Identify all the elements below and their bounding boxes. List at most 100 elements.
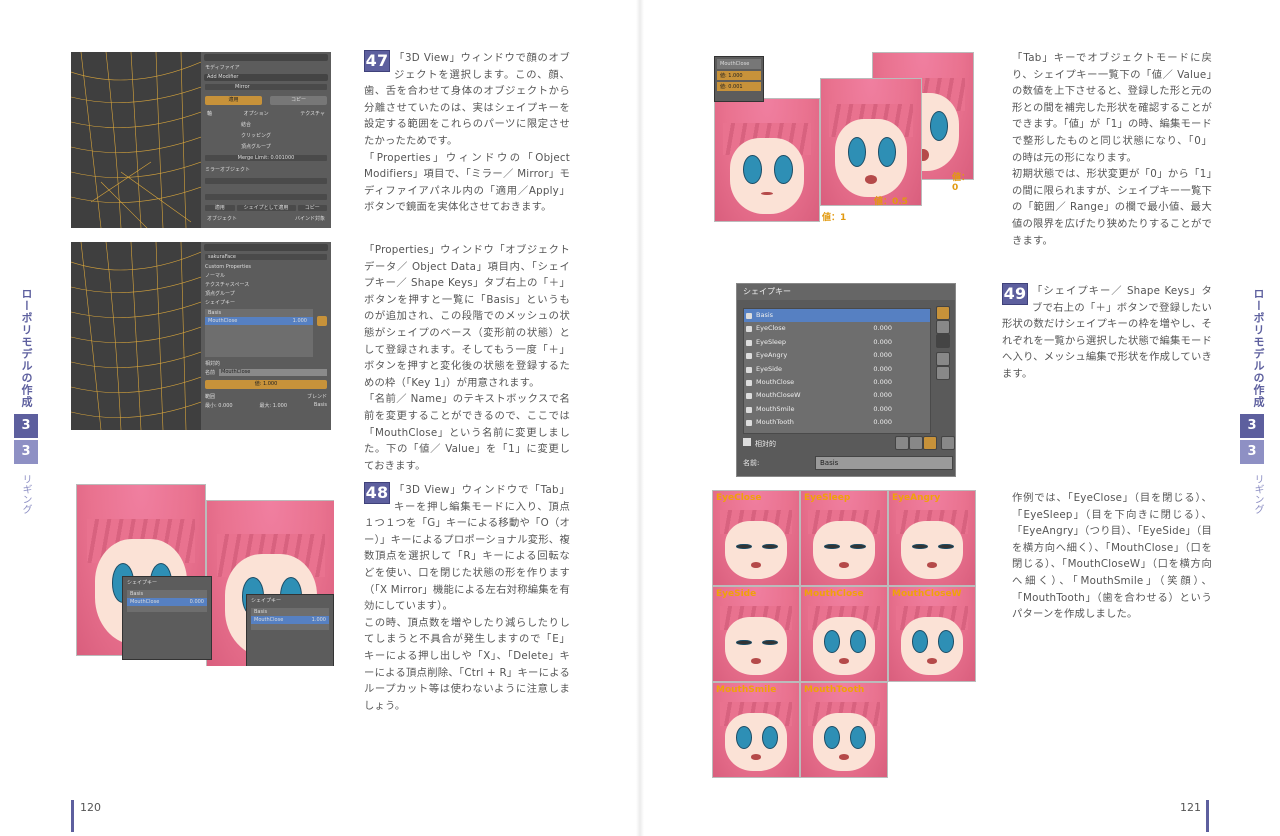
left-side-tab: ローポリモデルの作成 3 3 リギング <box>14 288 38 514</box>
shape-key-value[interactable]: 0.000 <box>873 363 892 376</box>
merge-option[interactable]: 結合 <box>201 119 331 130</box>
section-number: 3 <box>14 440 38 464</box>
shape-keys-section[interactable]: シェイプキー <box>201 298 331 307</box>
step-number-49: 49 <box>1002 283 1028 305</box>
mini-shape-panel-2: シェイプキー Basis MouthClose 1.000 <box>246 594 334 666</box>
shape-key-value[interactable]: 0.000 <box>873 349 892 362</box>
shape-key-item[interactable]: EyeSleep 0.000 <box>744 336 930 349</box>
move-down-icon[interactable] <box>936 366 950 380</box>
shape-key-item[interactable]: EyeClose 0.000 <box>744 322 930 335</box>
mini-mouthclose-2[interactable]: MouthClose 1.000 <box>251 616 329 624</box>
normals-section[interactable]: ノーマル <box>201 271 331 280</box>
apply-as-shape-button[interactable]: シェイプとして適用 <box>236 205 296 211</box>
shape-key-icon <box>746 379 752 386</box>
shape-key-item[interactable]: EyeSide 0.000 <box>744 363 930 376</box>
shape-key-face-eyeangry: EyeAngry <box>888 490 976 586</box>
shape-key-value[interactable]: 0.000 <box>873 389 892 402</box>
max-field[interactable]: 最大: 1.000 <box>259 402 287 409</box>
wireframe-face-2 <box>71 242 201 430</box>
clipping-option[interactable]: クリッピング <box>201 130 331 141</box>
shape-keys-panel: シェイプキー Basis EyeClose 0.000 EyeSleep 0.000 Ey… <box>736 283 956 477</box>
copy-button-2[interactable]: コピー <box>297 205 327 211</box>
shape-key-value[interactable]: 0.000 <box>873 322 892 335</box>
shape-key-name: EyeAngry <box>756 351 788 360</box>
shape-key-mouthclose[interactable]: MouthClose 1.000 <box>205 317 313 325</box>
add-shape-key-icon[interactable] <box>317 316 327 326</box>
object-name-field[interactable]: sakuraFace <box>205 254 327 260</box>
shape-key-value[interactable]: 0.000 <box>873 336 892 349</box>
mirror-name-field[interactable]: Mirror <box>205 84 327 90</box>
clear-icon[interactable] <box>941 436 955 450</box>
shape-key-item[interactable]: MouthCloseW 0.000 <box>744 389 930 402</box>
face-label: MouthClose <box>804 589 864 599</box>
texture-space-section[interactable]: テクスチャスペース <box>201 280 331 289</box>
shape-key-face-mouthclose: MouthClose <box>800 586 888 682</box>
copy-button[interactable]: コピー <box>270 96 327 105</box>
value-label-05: 値：0.5 <box>874 197 908 207</box>
move-up-icon[interactable] <box>936 352 950 366</box>
wireframe-face <box>71 52 201 228</box>
value-comparison-images: MouthClose 値: 1.000 値: 0.001 値：0 値：0.5 値… <box>714 52 974 222</box>
face-label: EyeSide <box>716 589 757 599</box>
mini-basis-1[interactable]: Basis <box>127 590 207 598</box>
add-shape-key-icon[interactable] <box>936 306 950 320</box>
shape-key-icon <box>746 420 752 427</box>
shape-key-value[interactable]: 0.000 <box>873 376 892 389</box>
shape-key-icon <box>746 313 752 319</box>
face-label: MouthSmile <box>716 685 777 695</box>
relative-checkbox[interactable] <box>743 438 751 446</box>
shape-key-item[interactable]: MouthClose 0.000 <box>744 376 930 389</box>
shape-key-item[interactable]: EyeAngry 0.000 <box>744 349 930 362</box>
add-modifier-button[interactable]: Add Modifier <box>204 74 328 81</box>
shape-key-name: EyeClose <box>756 324 786 333</box>
apply-button[interactable]: 適用 <box>205 96 262 105</box>
mini-basis-2[interactable]: Basis <box>251 608 329 616</box>
side-subtitle: リギング <box>20 474 31 514</box>
shape-key-item[interactable]: Basis <box>744 309 930 323</box>
step-49-text: 49 「シェイプキー／ Shape Keys」タブで右上の「＋」ボタンで登録した… <box>1002 283 1212 380</box>
shape-key-face-eyeclose: EyeClose <box>712 490 800 586</box>
face-value-1 <box>714 98 820 222</box>
step-47b-text: 「Properties」ウィンドウ「オブジェクトデータ／ Object Data… <box>364 244 570 472</box>
step-47-text: 47 「3D View」ウィンドウで顔のオブジェクトを選択します。この、顔、歯、… <box>364 50 570 214</box>
mini-value-1[interactable]: 値: 1.000 <box>717 71 761 80</box>
shape-key-name: EyeSide <box>756 364 783 373</box>
vertex-group-option[interactable]: 頂点グループ <box>201 141 331 152</box>
page-number-bar <box>71 800 74 832</box>
shape-key-face-mouthclosew: MouthCloseW <box>888 586 976 682</box>
shape-key-icon <box>746 353 752 360</box>
shape-key-basis[interactable]: Basis <box>205 309 313 317</box>
apply-button-2[interactable]: 適用 <box>205 205 235 211</box>
shape-key-value[interactable]: 0.000 <box>873 416 892 429</box>
step-48-text: 48 「3D View」ウィンドウで「Tab」キーを押し編集モードに入り、頂点１… <box>364 482 570 712</box>
blend-basis-field[interactable]: Basis <box>314 402 327 409</box>
vertex-groups-section[interactable]: 頂点グループ <box>201 289 331 298</box>
shape-lock-icon[interactable] <box>923 436 937 450</box>
blend-label: ブレンド <box>306 394 327 400</box>
edit-mode-icon[interactable] <box>909 436 923 450</box>
merge-limit-field[interactable]: Merge Limit: 0.001000 <box>205 155 327 161</box>
mini-panel-title-1: シェイプキー <box>127 580 158 586</box>
shape-key-value[interactable]: 0.000 <box>873 403 892 416</box>
custom-properties-section[interactable]: Custom Properties <box>201 263 331 271</box>
remove-shape-key-icon[interactable] <box>936 320 950 334</box>
mini-name-field[interactable]: MouthClose <box>717 59 761 69</box>
object-data-panel: sakuraFace Custom Properties ノーマル テクスチャス… <box>201 242 331 430</box>
name-field[interactable]: MouthClose <box>219 369 327 376</box>
min-field[interactable]: 最小: 0.000 <box>205 402 233 409</box>
face-label: EyeSleep <box>804 493 851 503</box>
left-page: モディファイア Add Modifier Mirror 適用 コピー 軸 オプシ… <box>0 0 640 836</box>
mini-mouthclose-1[interactable]: MouthClose 0.000 <box>127 598 207 606</box>
value-slider[interactable]: 値: 1.000 <box>205 380 327 389</box>
relative-checkbox[interactable]: 相対的 <box>201 359 331 368</box>
shape-key-menu-icon[interactable] <box>936 334 950 348</box>
shape-keys-header: シェイプキー <box>737 284 955 300</box>
section-number: 3 <box>1240 440 1264 464</box>
shape-key-item[interactable]: MouthTooth 0.000 <box>744 416 930 429</box>
name-field[interactable]: Basis <box>815 456 953 470</box>
pin-icon[interactable] <box>895 436 909 450</box>
screenshot-edit-mode: シェイプキー Basis MouthClose 0.000 シェイプキー Basi… <box>76 484 334 666</box>
shape-key-item[interactable]: MouthSmile 0.000 <box>744 403 930 416</box>
mini-value-2[interactable]: 値: 0.001 <box>717 82 761 91</box>
example-text: 作例では、「EyeClose」（目を閉じる）、「EyeSleep」（目を下向きに… <box>1012 492 1212 621</box>
